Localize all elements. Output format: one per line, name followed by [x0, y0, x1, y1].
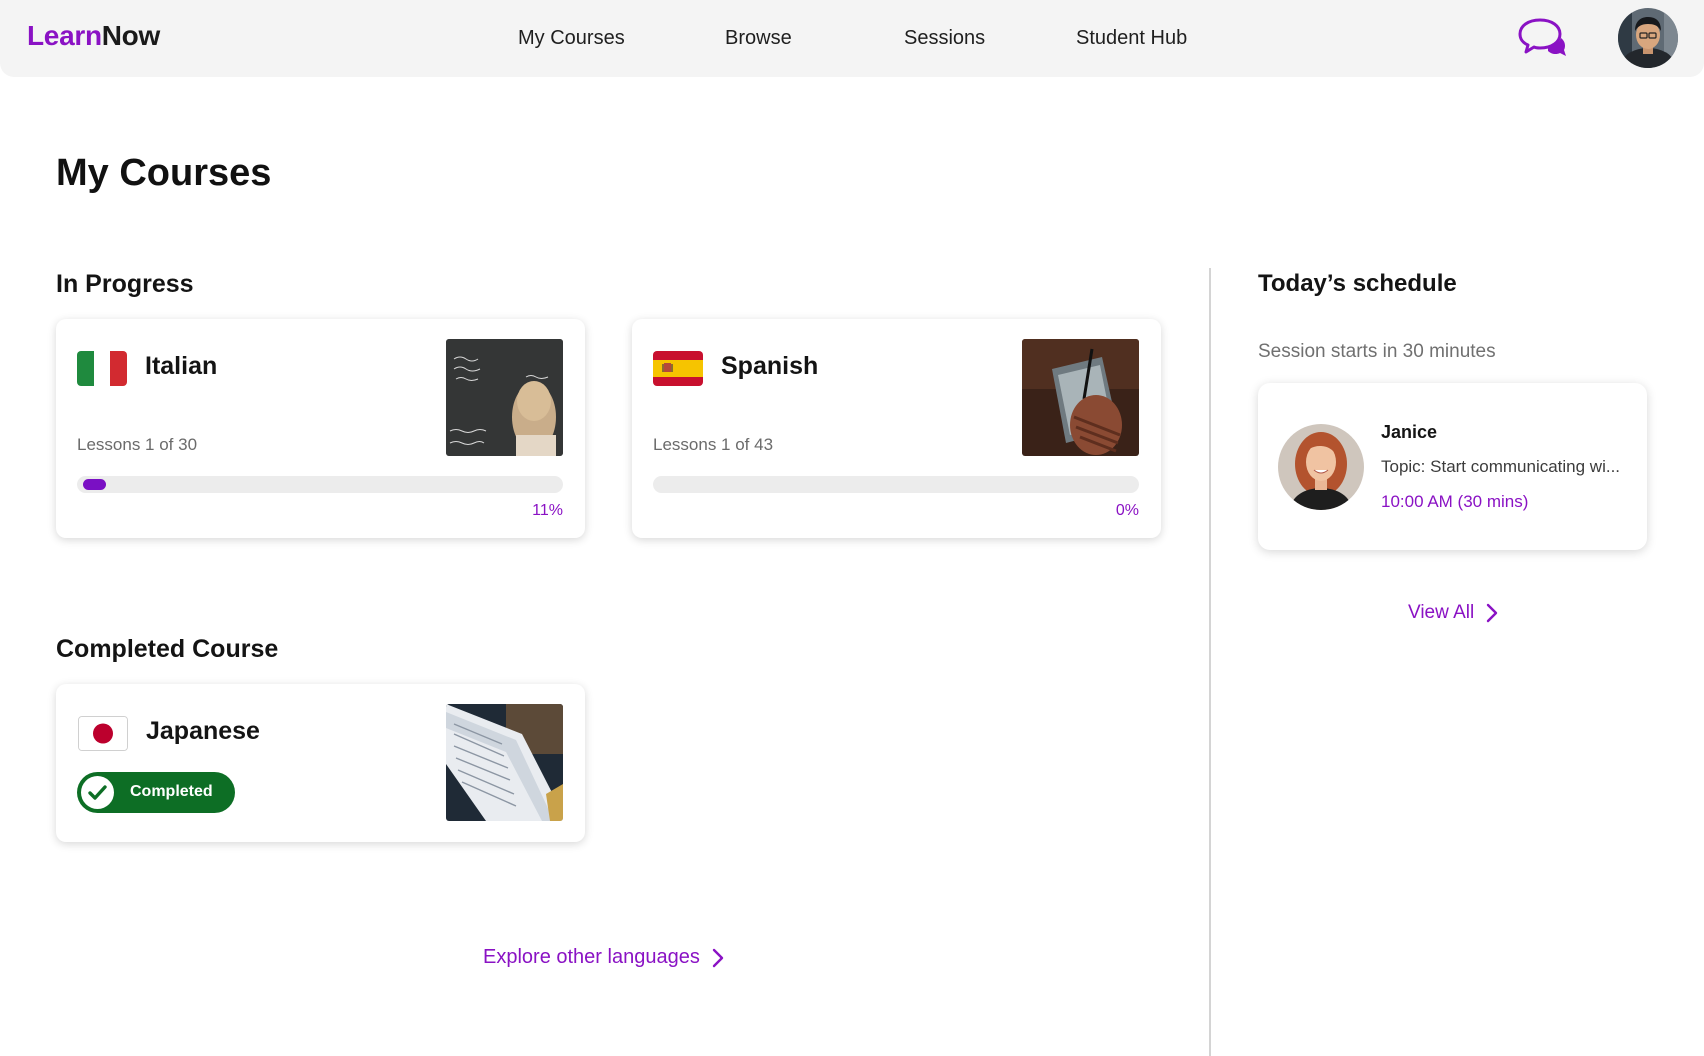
nav-my-courses[interactable]: My Courses: [518, 27, 625, 50]
session-countdown: Session starts in 30 minutes: [1258, 341, 1496, 362]
chat-bubbles-icon[interactable]: [1518, 16, 1568, 60]
chevron-right-icon: [1486, 603, 1498, 623]
view-all-label: View All: [1408, 602, 1475, 623]
course-card-japanese[interactable]: Japanese Completed: [56, 684, 585, 842]
user-avatar[interactable]: [1618, 8, 1678, 68]
explore-languages-link[interactable]: Explore other languages: [483, 946, 724, 969]
completed-badge[interactable]: Completed: [77, 772, 235, 813]
session-time: 10:00 AM (30 mins): [1381, 492, 1529, 511]
progress-percent: 0%: [1115, 502, 1139, 519]
open-book-photo: [446, 704, 563, 821]
session-topic: Topic: Start communicating wi...: [1381, 457, 1621, 476]
todays-schedule-heading: Today’s schedule: [1258, 270, 1457, 297]
italy-flag-icon: [77, 351, 127, 386]
tutor-avatar: [1278, 424, 1364, 510]
chevron-right-icon: [712, 948, 724, 967]
logo[interactable]: LearnNow: [27, 20, 160, 52]
lessons-count: Lessons 1 of 43: [653, 435, 774, 454]
completed-course-heading: Completed Course: [56, 635, 279, 663]
nav-sessions[interactable]: Sessions: [904, 27, 985, 50]
nav-browse[interactable]: Browse: [725, 27, 792, 50]
course-card-spanish[interactable]: Spanish Lessons 1 of 43 0%: [632, 319, 1161, 538]
session-card[interactable]: Janice Topic: Start communicating wi... …: [1258, 383, 1647, 550]
column-divider: [1209, 268, 1211, 1056]
in-progress-heading: In Progress: [56, 270, 194, 298]
lessons-count: Lessons 1 of 30: [77, 435, 198, 454]
course-card-italian[interactable]: Italian Lessons 1 of 30 11%: [56, 319, 585, 538]
course-name: Japanese: [146, 717, 260, 745]
logo-now: Now: [101, 20, 161, 51]
tablet-writing-photo: [1022, 339, 1139, 456]
chalkboard-photo: [446, 339, 563, 456]
top-navigation-bar: LearnNow My Courses Browse Sessions Stud…: [0, 0, 1704, 77]
japan-flag-icon: [78, 716, 128, 751]
course-name: Italian: [145, 352, 218, 380]
logo-learn: Learn: [27, 20, 102, 51]
tutor-name: Janice: [1381, 422, 1438, 442]
progress-bar: [77, 476, 563, 493]
progress-bar: [653, 476, 1139, 493]
view-all-link[interactable]: View All: [1408, 602, 1498, 624]
check-icon: [81, 776, 114, 809]
progress-fill: [83, 479, 106, 490]
spain-flag-icon: [653, 351, 703, 386]
explore-languages-label: Explore other languages: [483, 946, 700, 968]
page-title: My Courses: [56, 152, 272, 194]
course-name: Spanish: [721, 352, 819, 380]
completed-label: Completed: [130, 783, 213, 800]
nav-student-hub[interactable]: Student Hub: [1076, 27, 1187, 50]
progress-percent: 11%: [532, 502, 563, 519]
